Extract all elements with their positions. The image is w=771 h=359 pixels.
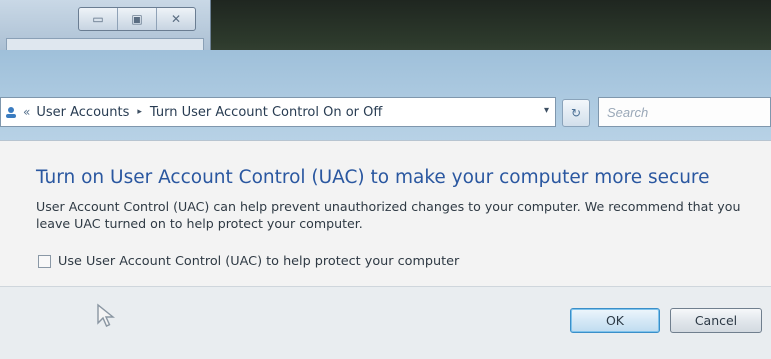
uac-checkbox[interactable] <box>38 255 51 268</box>
navigation-bar: « User Accounts ▸ Turn User Account Cont… <box>0 92 771 136</box>
page-title: Turn on User Account Control (UAC) to ma… <box>36 167 710 188</box>
caption-buttons: ▭ ▣ ✕ <box>78 7 196 31</box>
maximize-button[interactable]: ▣ <box>118 8 157 30</box>
content-pane: Turn on User Account Control (UAC) to ma… <box>0 140 771 287</box>
cancel-button[interactable]: Cancel <box>670 308 762 333</box>
maximize-icon: ▣ <box>131 12 143 26</box>
command-bar: OK Cancel <box>0 286 771 359</box>
close-icon: ✕ <box>170 12 182 26</box>
refresh-icon: ↻ <box>570 106 582 120</box>
breadcrumb-overflow-icon[interactable]: « <box>23 105 30 119</box>
breadcrumb-separator-icon[interactable]: ▸ <box>137 107 142 117</box>
address-dropdown-icon[interactable]: ▾ <box>544 105 549 116</box>
control-panel-icon <box>3 104 19 120</box>
ok-button[interactable]: OK <box>570 308 660 333</box>
minimize-button[interactable]: ▭ <box>79 8 118 30</box>
close-button[interactable]: ✕ <box>157 8 195 30</box>
uac-checkbox-row[interactable]: Use User Account Control (UAC) to help p… <box>38 254 459 269</box>
address-bar[interactable]: « User Accounts ▸ Turn User Account Cont… <box>0 97 556 127</box>
uac-checkbox-label[interactable]: Use User Account Control (UAC) to help p… <box>58 254 459 269</box>
breadcrumb-current-page[interactable]: Turn User Account Control On or Off <box>150 105 382 120</box>
search-input[interactable] <box>598 97 771 127</box>
minimize-icon: ▭ <box>92 12 104 26</box>
mouse-pointer-icon <box>97 303 115 327</box>
breadcrumb-user-accounts[interactable]: User Accounts <box>36 105 129 120</box>
refresh-button[interactable]: ↻ <box>562 99 590 127</box>
page-description: User Account Control (UAC) can help prev… <box>36 199 741 231</box>
